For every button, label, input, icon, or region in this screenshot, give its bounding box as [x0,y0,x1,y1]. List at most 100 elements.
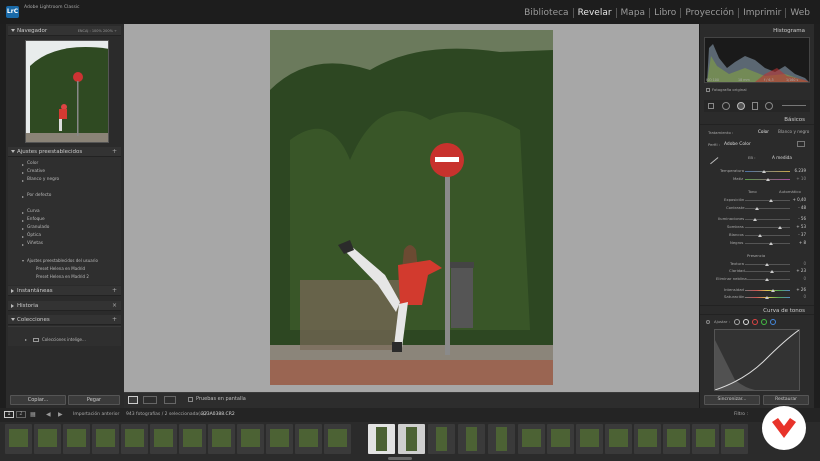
forward-arrow-icon[interactable]: ▶ [58,411,63,418]
expand-icon[interactable] [22,211,24,214]
preset-folder[interactable]: Creative [27,169,45,174]
page-2-button[interactable]: 2 [16,411,26,418]
shadows-value[interactable]: + 53 [786,224,806,229]
expand-icon[interactable] [22,243,24,246]
filmstrip-thumbnail[interactable] [34,424,61,454]
preset-folder[interactable]: Viñetas [27,241,43,246]
filmstrip-thumbnail[interactable] [605,424,632,454]
contrast-slider[interactable] [745,208,790,209]
contrast-value[interactable]: - 48 [786,205,806,210]
back-arrow-icon[interactable]: ◀ [46,411,51,418]
expand-icon[interactable] [22,227,24,230]
blacks-slider[interactable] [745,243,790,244]
navigator-preview[interactable] [25,40,109,143]
contrast-knob[interactable] [755,207,759,210]
preset-folder[interactable]: Color [27,161,38,166]
brush-slider[interactable] [782,105,806,106]
point-curve-icon[interactable] [743,319,749,325]
filmstrip-thumbnail[interactable] [576,424,603,454]
snapshots-header[interactable]: Instantáneas + [8,286,121,296]
clarity-knob[interactable] [770,270,774,273]
filmstrip-thumbnail[interactable] [692,424,719,454]
preset-folder[interactable]: Curva [27,209,40,214]
clarity-value[interactable]: + 23 [786,268,806,273]
wb-select[interactable]: A medida [772,155,792,160]
module-biblioteca[interactable]: Biblioteca [520,8,574,18]
preset-folder[interactable]: Óptica [27,233,41,238]
preset-folder[interactable]: Granulado [27,225,49,230]
sync-button[interactable]: Sincronizar... [704,395,760,405]
highlights-value[interactable]: - 56 [786,216,806,221]
radial-filter-icon[interactable] [765,102,773,110]
filmstrip-thumbnail[interactable] [237,424,264,454]
left-panel-edge[interactable] [0,24,6,408]
spot-removal-icon[interactable] [722,102,730,110]
clarity-slider[interactable] [745,271,790,272]
tone-curve-header[interactable]: Curva de tonos [700,305,814,315]
tint-value[interactable]: + 10 [786,176,806,181]
user-preset-item[interactable]: Preset Helena en Madrid [36,266,85,271]
filmstrip-thumbnail[interactable] [458,424,485,454]
user-presets-folder[interactable]: Ajustes preestablecidos del usuario [27,258,98,263]
filmstrip-thumbnail[interactable] [92,424,119,454]
vibrance-value[interactable]: + 26 [786,287,806,292]
parametric-curve-icon[interactable] [734,319,740,325]
treatment-bw[interactable]: Blanco y negro [778,129,809,134]
collapse-icon[interactable] [22,260,24,262]
filmstrip-thumbnail[interactable] [121,424,148,454]
preset-folder[interactable]: Por defecto [27,193,51,198]
shadows-slider[interactable] [745,227,790,228]
module-revelar[interactable]: Revelar [574,8,617,18]
paste-button[interactable]: Pegar [68,395,120,405]
expand-icon[interactable] [22,195,24,198]
page-1-button[interactable]: 1 [4,411,14,418]
compare-button[interactable] [164,396,176,404]
module-proyeccion[interactable]: Proyección [681,8,740,18]
filmstrip-thumbnail[interactable] [179,424,206,454]
loupe-view-button[interactable] [128,396,138,404]
blue-channel-icon[interactable] [770,319,776,325]
dehaze-value[interactable]: 0 [786,276,806,281]
filmstrip-thumbnail[interactable] [428,424,455,454]
temperature-knob[interactable] [762,170,766,173]
module-mapa[interactable]: Mapa [617,8,651,18]
histogram-header[interactable]: Histograma [700,26,814,36]
clear-history-button[interactable]: × [112,301,117,311]
exposure-knob[interactable] [769,199,773,202]
before-after-button[interactable] [143,396,157,404]
highlights-slider[interactable] [745,219,790,220]
auto-tone-button[interactable]: Automático [779,189,801,194]
exposure-value[interactable]: + 0,40 [786,197,806,202]
red-eye-icon[interactable] [737,102,745,110]
navigator-header[interactable]: Navegador ENCAJ : 100% 200% ÷ [8,26,121,36]
presets-header[interactable]: Ajustes preestablecidos + [8,147,121,157]
history-header[interactable]: Historia × [8,301,121,311]
softproof-checkbox[interactable] [188,397,193,402]
temperature-value[interactable]: 6.239 [786,168,806,173]
crop-tool-icon[interactable] [708,103,714,109]
filmstrip-thumbnail[interactable] [547,424,574,454]
filmstrip-thumbnail[interactable] [634,424,661,454]
treatment-color[interactable]: Color [758,129,769,134]
target-adjust-icon[interactable] [706,320,710,324]
filmstrip-thumbnail[interactable] [663,424,690,454]
reset-button[interactable]: Restaurar [763,395,809,405]
expand-icon[interactable] [22,163,24,166]
copy-button[interactable]: Copiar... [10,395,66,405]
vibrance-slider[interactable] [745,290,790,291]
module-libro[interactable]: Libro [650,8,682,18]
graduated-filter-icon[interactable] [752,102,758,110]
original-photo-checkbox[interactable] [706,88,710,92]
dehaze-knob[interactable] [765,278,769,281]
filmstrip-thumbnail[interactable] [488,424,515,454]
expand-icon[interactable] [25,339,27,341]
module-imprimir[interactable]: Imprimir [739,8,787,18]
filmstrip-scrollbar[interactable] [388,457,412,460]
filmstrip-thumbnail-selected[interactable] [398,424,425,454]
blacks-knob[interactable] [769,242,773,245]
filmstrip-thumbnail[interactable] [150,424,177,454]
smart-collections-item[interactable]: Colecciones intelige... [42,337,86,342]
filmstrip-thumbnail[interactable] [63,424,90,454]
filmstrip-thumbnail-selected[interactable] [368,424,395,454]
green-channel-icon[interactable] [761,319,767,325]
